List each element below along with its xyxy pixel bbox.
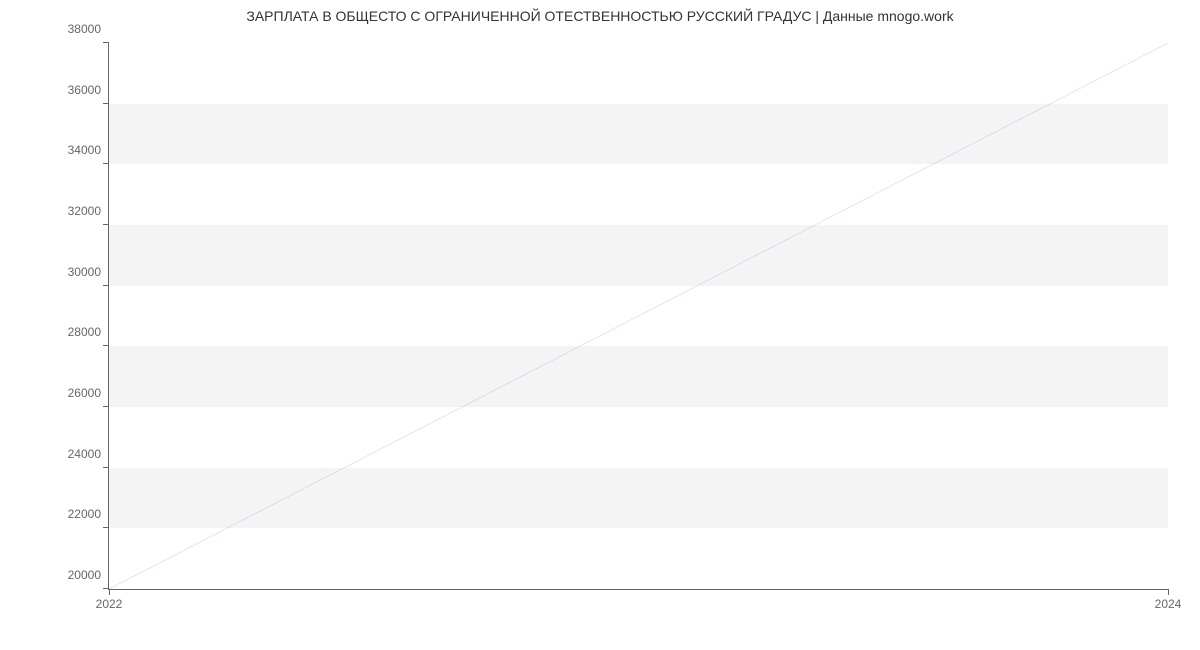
grid-band xyxy=(109,346,1168,407)
y-tick-label: 28000 xyxy=(68,325,101,339)
grid-band xyxy=(109,225,1168,286)
y-tick-mark xyxy=(103,163,109,164)
y-tick-label: 26000 xyxy=(68,386,101,400)
y-tick-label: 30000 xyxy=(68,265,101,279)
y-tick-mark xyxy=(103,42,109,43)
y-tick-label: 32000 xyxy=(68,204,101,218)
x-tick-mark xyxy=(109,589,110,595)
chart-title: ЗАРПЛАТА В ОБЩЕСТО С ОГРАНИЧЕННОЙ ОТЕСТВ… xyxy=(0,0,1200,24)
y-tick-label: 20000 xyxy=(68,568,101,582)
y-tick-mark xyxy=(103,406,109,407)
y-tick-mark xyxy=(103,345,109,346)
y-tick-label: 38000 xyxy=(68,22,101,36)
y-tick-mark xyxy=(103,285,109,286)
x-tick-mark xyxy=(1168,589,1169,595)
y-tick-label: 36000 xyxy=(68,83,101,97)
grid-band xyxy=(109,468,1168,529)
y-tick-label: 24000 xyxy=(68,447,101,461)
y-tick-label: 34000 xyxy=(68,143,101,157)
y-tick-mark xyxy=(103,103,109,104)
x-tick-label: 2024 xyxy=(1155,597,1182,611)
y-tick-mark xyxy=(103,467,109,468)
y-tick-mark xyxy=(103,527,109,528)
grid-band xyxy=(109,104,1168,165)
chart-plot-area: 20000 22000 24000 26000 28000 30000 3200… xyxy=(108,43,1168,590)
x-tick-label: 2022 xyxy=(96,597,123,611)
plot-bounds: 20000 22000 24000 26000 28000 30000 3200… xyxy=(108,43,1168,590)
y-tick-mark xyxy=(103,224,109,225)
y-tick-label: 22000 xyxy=(68,507,101,521)
